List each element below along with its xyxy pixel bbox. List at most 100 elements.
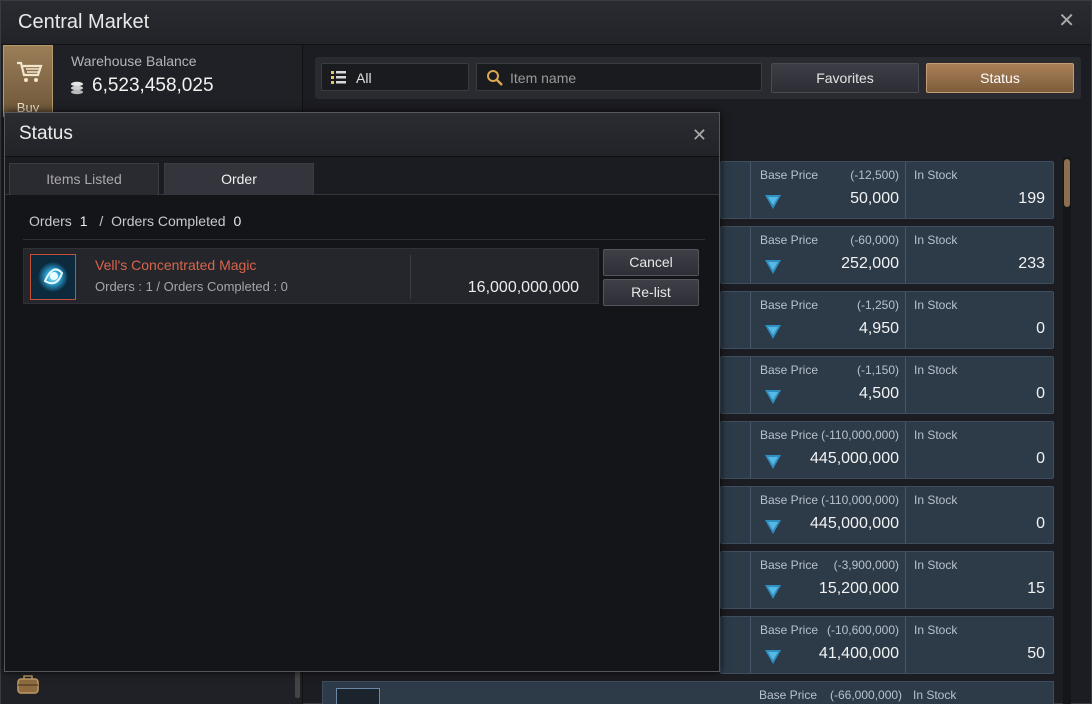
in-stock-cell: In Stock 0 — [905, 292, 1055, 348]
warehouse-balance-label: Warehouse Balance — [71, 53, 197, 69]
buy-tab[interactable]: Buy — [3, 45, 53, 117]
price-down-icon — [765, 455, 781, 469]
in-stock-value: 0 — [1036, 515, 1045, 532]
base-price-label: Base Price — [760, 168, 819, 182]
search-icon — [487, 70, 503, 86]
title-bar: Central Market ✕ — [1, 1, 1091, 45]
base-price-cell: Base Price (-1,250) 4,950 — [750, 292, 905, 348]
bag-icon[interactable] — [15, 673, 41, 695]
price-change: (-66,000,000) — [830, 688, 903, 702]
tab-items-listed[interactable]: Items Listed — [9, 163, 159, 195]
order-detail: Orders : 1 / Orders Completed : 0 — [95, 279, 288, 294]
base-price-cell: Base Price (-3,900,000) 15,200,000 — [750, 552, 905, 608]
orders-label: Orders — [29, 213, 72, 229]
base-price-label: Base Price — [760, 233, 819, 247]
market-row[interactable]: Base Price (-60,000) 252,000 In Stock 233 — [720, 226, 1054, 284]
base-price-label: Base Price — [760, 623, 819, 637]
list-icon — [331, 71, 346, 84]
orders-completed-label: Orders Completed — [111, 213, 226, 229]
price-down-icon — [765, 585, 781, 599]
price-down-icon — [765, 195, 781, 209]
status-dialog: Status ✕ Items Listed Order Orders 1 / O… — [4, 112, 720, 672]
in-stock-value: 0 — [1036, 320, 1045, 337]
in-stock-label: In Stock — [914, 298, 958, 312]
in-stock-label: In Stock — [914, 233, 958, 247]
base-price-value: 445,000,000 — [810, 450, 899, 467]
base-price-label: Base Price — [760, 428, 819, 442]
in-stock-value: 15 — [1027, 580, 1045, 597]
price-down-icon — [765, 390, 781, 404]
in-stock-label: In Stock — [914, 493, 958, 507]
base-price-value: 41,400,000 — [818, 645, 899, 662]
price-down-icon — [765, 520, 781, 534]
divider — [23, 239, 705, 240]
list-scroll-track[interactable] — [1063, 157, 1071, 704]
market-row[interactable]: Base Price (-1,250) 4,950 In Stock 0 — [720, 291, 1054, 349]
market-row[interactable]: Base Price (-110,000,000) 445,000,000 In St… — [720, 486, 1054, 544]
base-price-label: Base Price — [760, 298, 819, 312]
base-price-value: 252,000 — [841, 255, 899, 272]
in-stock-cell: In Stock 0 — [905, 487, 1055, 543]
order-row[interactable]: Vell's Concentrated Magic Orders : 1 / O… — [23, 248, 599, 304]
in-stock-cell: In Stock 0 — [905, 357, 1055, 413]
in-stock-cell: In Stock 199 — [905, 162, 1055, 218]
in-stock-label: In Stock — [914, 558, 958, 572]
category-dropdown[interactable]: All — [321, 63, 469, 91]
base-price-label: Base Price — [760, 493, 819, 507]
left-scrollbar[interactable] — [295, 670, 300, 698]
in-stock-value: 50 — [1027, 645, 1045, 662]
status-button[interactable]: Status — [926, 63, 1074, 93]
in-stock-cell: In Stock 233 — [905, 227, 1055, 283]
in-stock-cell: In Stock 0 — [905, 422, 1055, 478]
base-price-cell: Base Price (-10,600,000) 41,400,000 — [750, 617, 905, 673]
base-price-value: 445,000,000 — [810, 515, 899, 532]
close-icon[interactable]: ✕ — [1058, 11, 1075, 31]
orders-count: 1 — [79, 213, 88, 229]
summary-separator: / — [99, 213, 104, 229]
close-icon[interactable]: ✕ — [692, 125, 707, 145]
favorites-button[interactable]: Favorites — [771, 63, 919, 93]
concentrated-magic-icon — [30, 254, 76, 300]
in-stock-label: In Stock — [914, 168, 958, 182]
price-down-icon — [765, 650, 781, 664]
filter-bar: All Favorites Status — [315, 57, 1081, 99]
base-price-cell: Base Price (-110,000,000) 445,000,000 — [750, 487, 905, 543]
price-change: (-110,000,000) — [821, 493, 899, 507]
base-price-value: 4,950 — [858, 320, 899, 337]
base-price-label: Base Price — [759, 688, 818, 702]
price-change: (-1,250) — [856, 298, 899, 312]
base-price-cell: Base Price (-1,150) 4,500 — [750, 357, 905, 413]
base-price-value: 15,200,000 — [818, 580, 899, 597]
market-row[interactable]: Base Price (-1,150) 4,500 In Stock 0 — [720, 356, 1054, 414]
orders-summary: Orders 1 / Orders Completed 0 — [29, 213, 249, 229]
price-change: (-1,150) — [856, 363, 899, 377]
in-stock-value: 233 — [1018, 255, 1045, 272]
orders-completed-count: 0 — [233, 213, 242, 229]
in-stock-value: 0 — [1036, 385, 1045, 402]
base-price-label: Base Price — [760, 558, 819, 572]
market-row-partial[interactable]: Base Price (-66,000,000) In Stock — [322, 681, 1054, 704]
base-price-value: 50,000 — [850, 190, 899, 207]
market-row[interactable]: Base Price (-12,500) 50,000 In Stock 199 — [720, 161, 1054, 219]
relist-button[interactable]: Re-list — [603, 279, 699, 306]
base-price-label: Base Price — [760, 363, 819, 377]
in-stock-cell: In Stock 15 — [905, 552, 1055, 608]
price-change: (-60,000) — [850, 233, 899, 247]
base-price-value: 4,500 — [858, 385, 899, 402]
price-change: (-10,600,000) — [826, 623, 899, 637]
base-price-cell: Base Price (-12,500) 50,000 — [750, 162, 905, 218]
search-input[interactable] — [510, 68, 750, 88]
silver-coins-icon — [71, 81, 83, 95]
cancel-button[interactable]: Cancel — [603, 249, 699, 276]
market-row[interactable]: Base Price (-3,900,000) 15,200,000 In Stock… — [720, 551, 1054, 609]
price-down-icon — [765, 260, 781, 274]
list-scrollbar-thumb[interactable] — [1064, 159, 1070, 207]
market-row[interactable]: Base Price (-110,000,000) 445,000,000 In St… — [720, 421, 1054, 479]
market-row[interactable]: Base Price (-10,600,000) 41,400,000 In Stoc… — [720, 616, 1054, 674]
in-stock-label: In Stock — [914, 428, 958, 442]
dialog-title-bar: Status ✕ — [5, 113, 719, 157]
price-change: (-110,000,000) — [821, 428, 899, 442]
price-change: (-3,900,000) — [833, 558, 899, 572]
tab-order[interactable]: Order — [164, 163, 314, 195]
search-box[interactable] — [476, 63, 762, 91]
